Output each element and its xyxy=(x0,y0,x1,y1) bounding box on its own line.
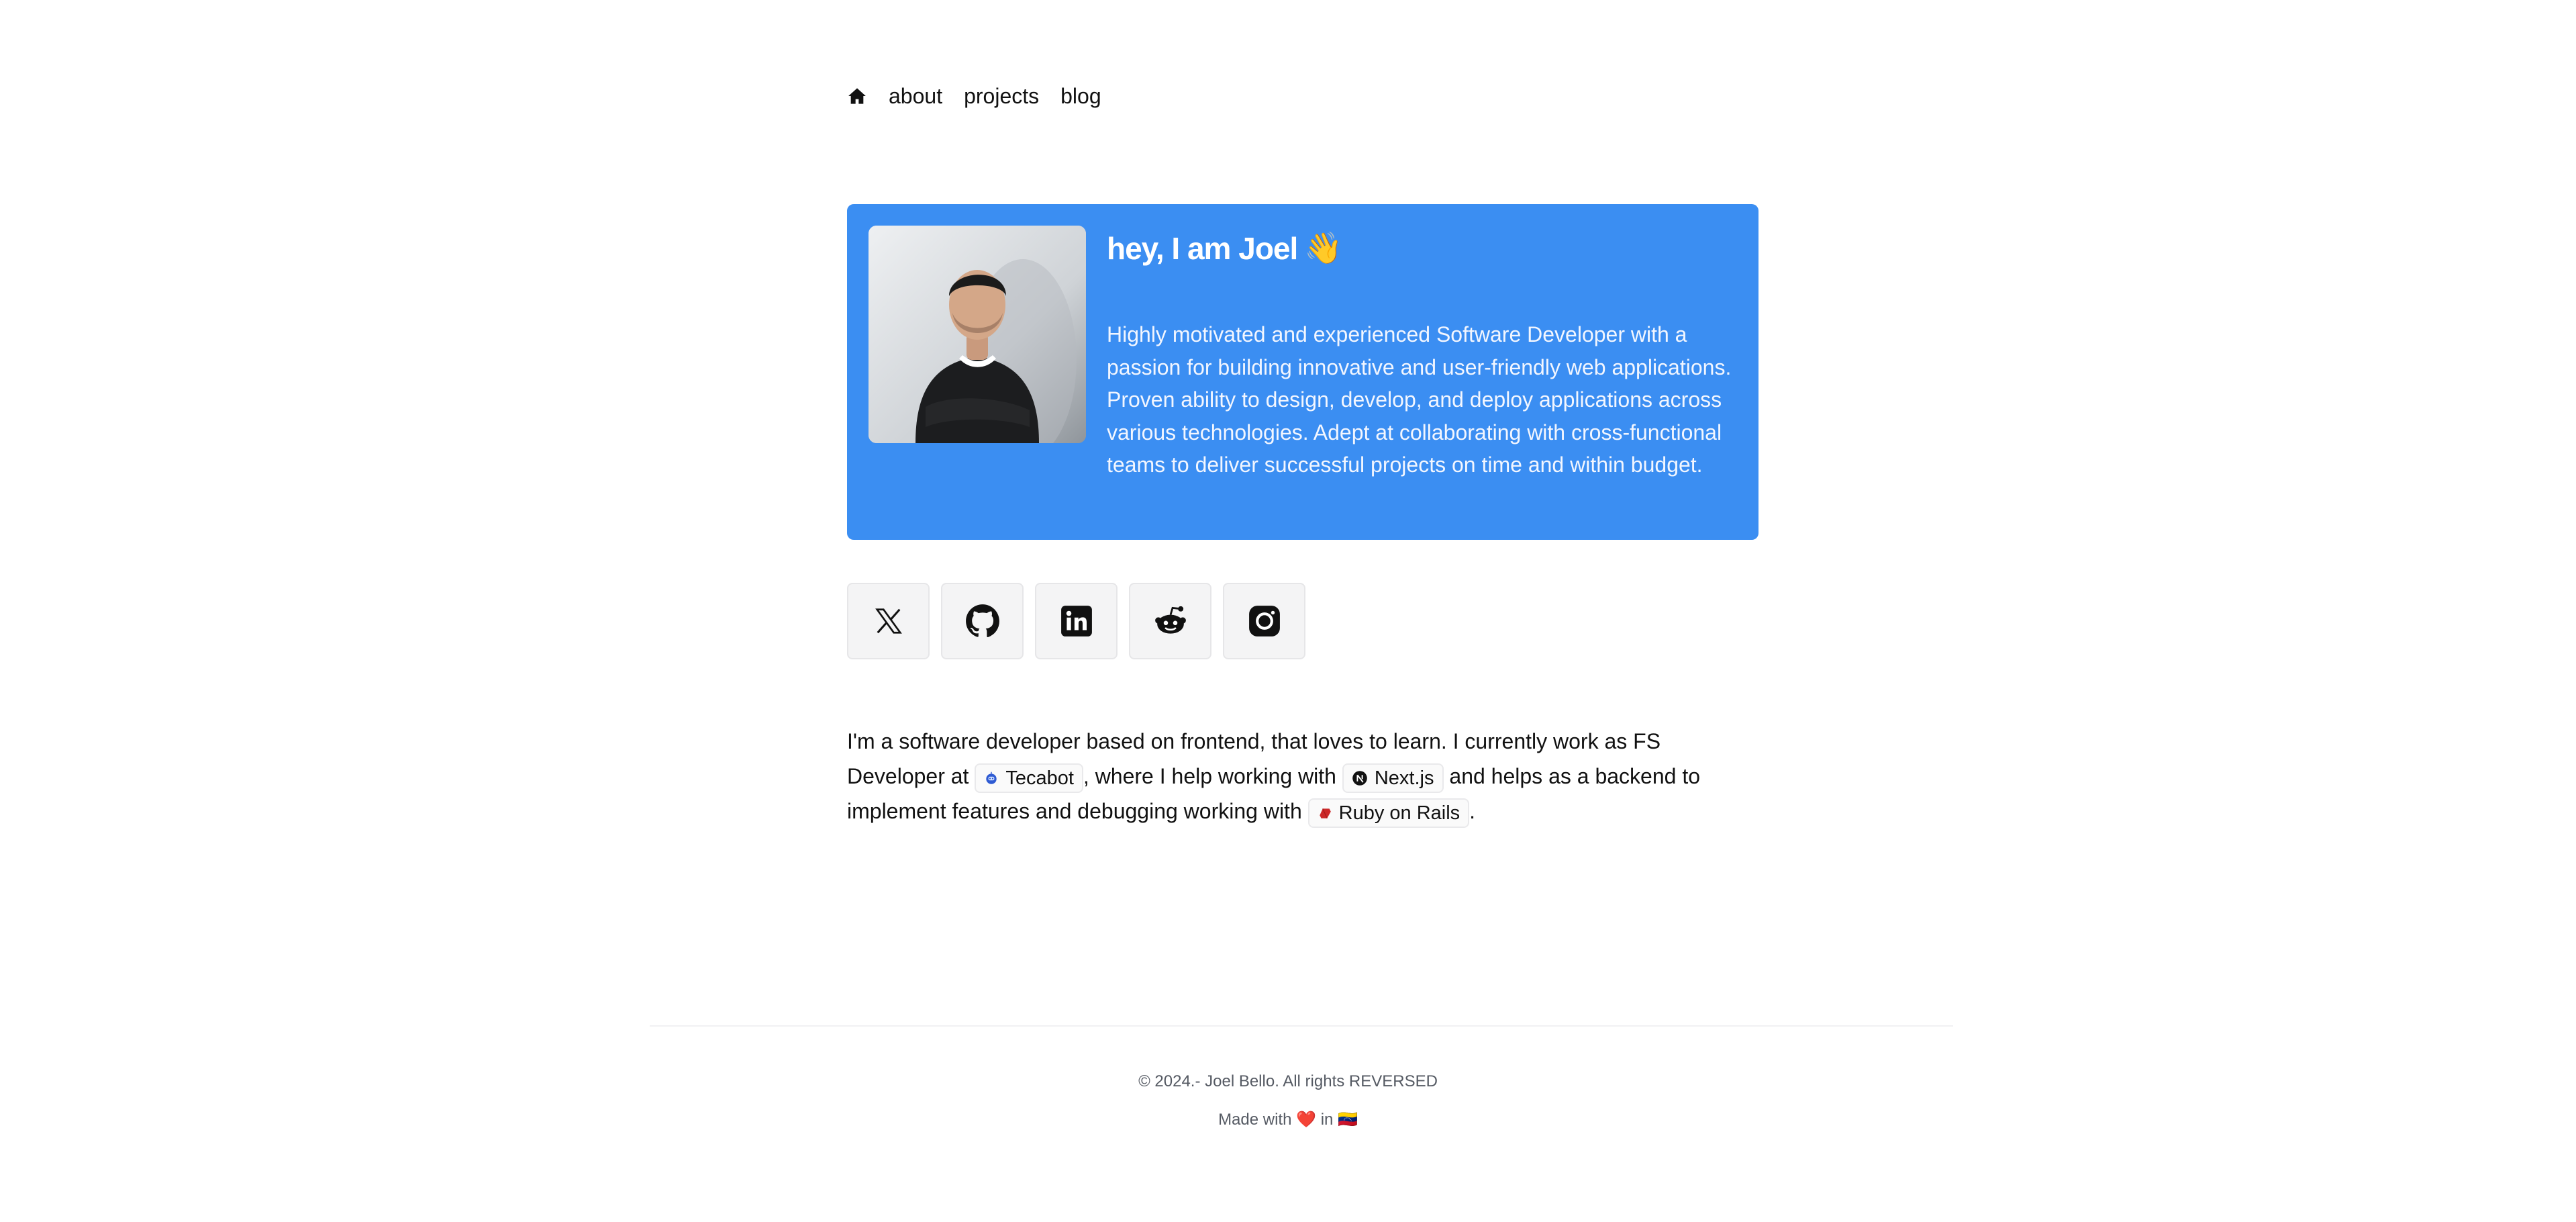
flag-icon: 🇻🇪 xyxy=(1338,1111,1358,1129)
rails-chip-label: Ruby on Rails xyxy=(1338,802,1460,824)
intro-paragraph: I'm a software developer based on fronte… xyxy=(847,724,1758,829)
wave-emoji: 👋 xyxy=(1304,230,1342,265)
hero-title: hey, I am Joel 👋 xyxy=(1107,230,1343,267)
tecabot-icon xyxy=(986,771,997,784)
nextjs-chip-label: Next.js xyxy=(1374,767,1434,789)
made-with-text: Made with xyxy=(1218,1111,1292,1129)
instagram-button[interactable] xyxy=(1223,583,1305,659)
reddit-icon xyxy=(1154,606,1186,634)
nav-projects[interactable]: projects xyxy=(964,84,1039,109)
nav-blog[interactable]: blog xyxy=(1060,84,1101,109)
nextjs-chip[interactable]: Next.js xyxy=(1342,763,1444,793)
x-twitter-button[interactable] xyxy=(847,583,930,659)
ruby-icon xyxy=(1319,808,1331,818)
instagram-icon xyxy=(1248,606,1280,637)
tecabot-chip[interactable]: Tecabot xyxy=(975,763,1083,793)
rails-chip[interactable]: Ruby on Rails xyxy=(1307,798,1470,828)
footer-copyright: © 2024.- Joel Bello. All rights REVERSED xyxy=(1138,1072,1438,1090)
made-with-in-text: in xyxy=(1320,1111,1334,1129)
social-links xyxy=(847,583,1305,659)
x-twitter-icon xyxy=(875,608,902,634)
footer-divider xyxy=(650,1025,1953,1027)
home-icon[interactable] xyxy=(847,86,867,106)
github-icon xyxy=(965,604,999,637)
linkedin-button[interactable] xyxy=(1035,583,1118,659)
reddit-button[interactable] xyxy=(1129,583,1211,659)
tecabot-chip-label: Tecabot xyxy=(1005,767,1074,789)
github-button[interactable] xyxy=(941,583,1024,659)
nav-about[interactable]: about xyxy=(889,84,942,109)
nextjs-icon xyxy=(1352,770,1367,786)
footer-made-with: Made with ❤️ in 🇻🇪 xyxy=(0,1110,2576,1129)
linkedin-icon xyxy=(1060,606,1092,637)
hero-card: hey, I am Joel 👋 Highly motivated and ex… xyxy=(847,204,1758,540)
top-nav: about projects blog xyxy=(847,82,1101,110)
avatar xyxy=(869,226,1086,443)
intro-text-4: . xyxy=(1469,799,1476,823)
intro-text-2: , where I help working with xyxy=(1083,764,1342,788)
heart-icon: ❤️ xyxy=(1296,1111,1317,1129)
hero-title-text: hey, I am Joel xyxy=(1107,230,1298,266)
hero-bio: Highly motivated and experienced Softwar… xyxy=(1107,322,1732,477)
